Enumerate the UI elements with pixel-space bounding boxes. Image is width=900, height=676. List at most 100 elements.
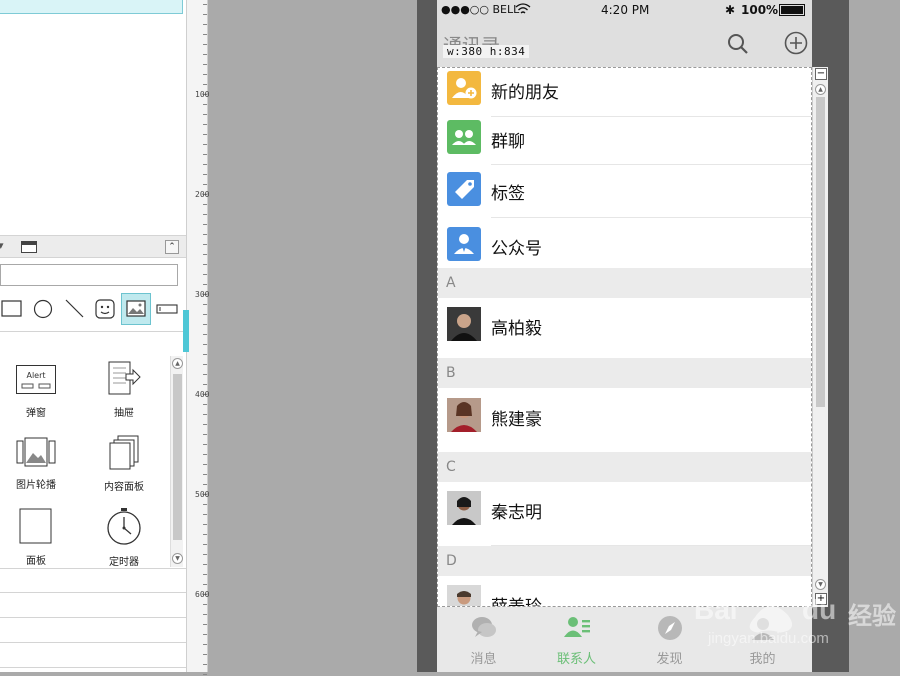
ruler-tick	[203, 604, 207, 605]
widget-label: 抽屉	[114, 408, 134, 419]
library-menu-icon[interactable]	[21, 241, 37, 253]
tab-contacts[interactable]: 联系人	[530, 607, 623, 672]
status-bar: ●●●○○ BELL 4:20 PM ✱ 100%	[437, 0, 812, 22]
text-field-tool-button[interactable]	[155, 293, 185, 325]
line-tool-button[interactable]	[59, 293, 89, 325]
widget-content-panel[interactable]: 内容面板	[89, 434, 159, 493]
scroll-up-arrow-icon[interactable]: ▲	[172, 358, 183, 369]
ruler-tick	[203, 214, 207, 215]
widget-panel[interactable]: 面板	[1, 508, 71, 567]
contact-name: 高柏毅	[491, 319, 542, 339]
ruler-tick	[203, 414, 207, 415]
ruler-tick	[203, 4, 207, 5]
ruler-tick	[203, 474, 207, 475]
ruler-label: 500	[195, 490, 210, 499]
ruler-tick	[203, 114, 207, 115]
selected-field[interactable]	[0, 0, 183, 14]
image-tool-button[interactable]	[121, 293, 151, 325]
ruler-tick	[203, 24, 207, 25]
ruler-tick	[203, 174, 207, 175]
rectangle-tool-button[interactable]	[0, 293, 30, 325]
widget-list-scrollbar[interactable]: ▲ ▼	[170, 356, 183, 567]
ruler-position-marker[interactable]	[183, 310, 189, 352]
contact-row[interactable]: 秦志明	[438, 482, 811, 546]
ruler-tick	[203, 134, 207, 135]
carrier-label: ●●●○○ BELL	[441, 3, 520, 16]
compass-icon	[656, 615, 684, 641]
ruler-tick	[203, 534, 207, 535]
drawer-widget-icon	[108, 361, 141, 395]
icon-tool-button[interactable]	[90, 293, 120, 325]
avatar	[447, 491, 481, 525]
tab-me[interactable]: 我的	[716, 607, 809, 672]
scrollbar-thumb[interactable]	[173, 374, 182, 540]
tab-label: 发现	[656, 652, 683, 667]
ruler-tick	[203, 44, 207, 45]
alert-widget-icon: Alert	[16, 365, 56, 394]
ruler-tick	[203, 54, 207, 55]
dropdown-arrow-icon[interactable]: ▾	[0, 239, 4, 252]
contact-row[interactable]: 薛美玲	[438, 576, 811, 606]
tab-messages[interactable]: 消息	[437, 607, 530, 672]
section-header-a: A	[438, 268, 811, 298]
collapse-icon[interactable]: −	[815, 68, 827, 80]
scroll-up-arrow-icon[interactable]: ▲	[815, 84, 826, 95]
scroll-down-arrow-icon[interactable]: ▼	[172, 553, 183, 564]
circle-icon	[33, 299, 53, 319]
ruler-tick	[203, 614, 207, 615]
tab-discover[interactable]: 发现	[623, 607, 716, 672]
svg-text:Alert: Alert	[26, 371, 45, 380]
content-panel-widget-icon	[109, 435, 139, 470]
list-item-group-chat[interactable]: 群聊	[438, 117, 811, 165]
section-letter: D	[446, 553, 457, 569]
section-letter: C	[446, 459, 456, 475]
ruler-tick	[203, 164, 207, 165]
tag-icon	[447, 172, 481, 206]
ruler-tick	[203, 274, 207, 275]
divider	[0, 617, 186, 618]
widget-panel-header: ▾ ⌃	[0, 235, 186, 258]
ruler-tick	[203, 654, 207, 655]
list-item-tags[interactable]: 标签	[438, 165, 811, 218]
ruler-tick	[203, 524, 207, 525]
ruler-tick	[203, 344, 207, 345]
list-item-label: 标签	[491, 184, 525, 204]
tab-label: 我的	[749, 652, 776, 667]
widget-label: 定时器	[109, 557, 139, 568]
ruler-tick	[203, 644, 207, 645]
widget-search-input[interactable]	[0, 264, 178, 286]
ruler-tick	[203, 484, 207, 485]
contact-row[interactable]: 熊建豪	[438, 388, 811, 452]
ruler-tick	[203, 224, 207, 225]
ruler-tick	[203, 624, 207, 625]
add-icon[interactable]	[784, 31, 808, 59]
ellipse-tool-button[interactable]	[28, 293, 58, 325]
ruler-tick	[203, 634, 207, 635]
widget-drawer[interactable]: 抽屉	[89, 360, 159, 419]
search-icon[interactable]	[727, 33, 749, 59]
ruler-label: 100	[195, 90, 210, 99]
ruler-tick	[203, 244, 207, 245]
list-item-new-friends[interactable]: 新的朋友	[438, 68, 811, 117]
canvas-scrollbar[interactable]: − ▲ ▼ +	[812, 67, 828, 607]
panel-widget-icon	[19, 508, 52, 544]
section-letter: A	[446, 275, 456, 291]
widget-timer[interactable]: 定时器	[89, 507, 159, 568]
widget-carousel[interactable]: 图片轮播	[1, 436, 71, 491]
tab-label: 消息	[470, 652, 497, 667]
contact-row[interactable]: 高柏毅	[438, 298, 811, 358]
wifi-icon	[515, 2, 531, 19]
scroll-down-arrow-icon[interactable]: ▼	[815, 579, 826, 590]
list-item-official-accounts[interactable]: 公众号	[438, 218, 811, 268]
expand-icon[interactable]: +	[815, 593, 827, 605]
ruler-tick	[203, 324, 207, 325]
ruler-tick	[203, 374, 207, 375]
line-icon	[65, 299, 84, 318]
collapse-panel-button[interactable]: ⌃	[165, 240, 179, 254]
contact-list[interactable]: 新的朋友 群聊 标签 公众号 A 高柏毅 B 熊建豪 C 秦志明 D 薛美玲	[437, 67, 812, 607]
ruler-tick	[203, 34, 207, 35]
profile-icon	[749, 615, 777, 641]
scrollbar-thumb[interactable]	[816, 97, 825, 407]
widget-alert[interactable]: Alert 弹窗	[1, 364, 71, 419]
ruler-tick	[203, 304, 207, 305]
